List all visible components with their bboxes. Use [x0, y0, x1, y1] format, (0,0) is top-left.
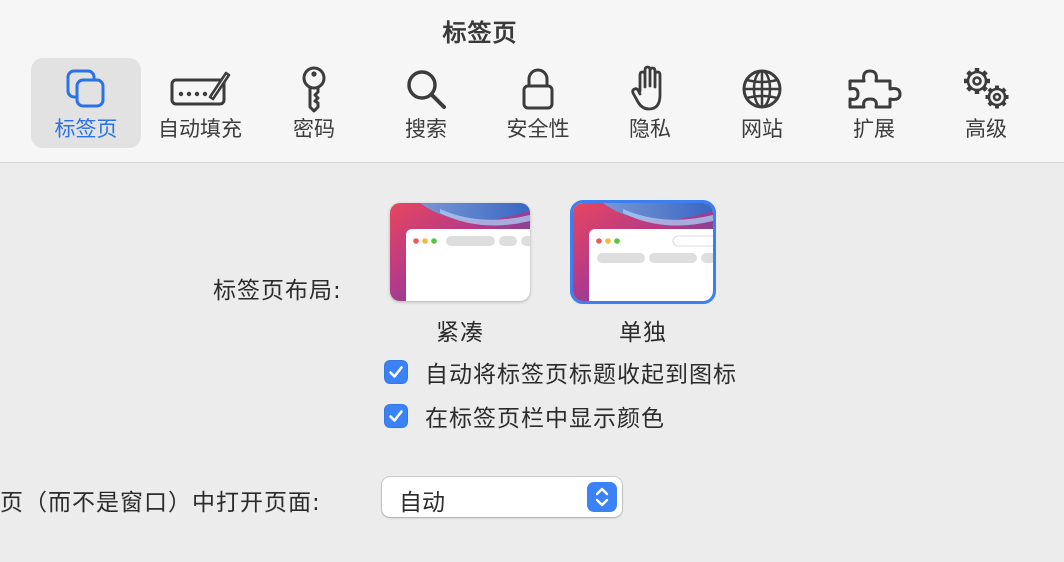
tab-layout-label: 标签页布局: — [213, 278, 342, 304]
checkmark-icon — [389, 410, 403, 422]
layout-option-separate[interactable]: 单独 — [570, 200, 716, 347]
popup-value: 自动 — [399, 490, 445, 516]
globe-icon — [707, 66, 817, 112]
checkbox-label: 自动将标签页标题收起到图标 — [425, 362, 737, 388]
compact-layout-thumbnail[interactable] — [390, 203, 530, 301]
tab-tabs[interactable]: 标签页 — [31, 58, 141, 148]
tab-label: 自动填充 — [158, 117, 242, 141]
tab-label: 标签页 — [54, 117, 118, 141]
preferences-window: 标签页 标签页 自动填充 密码 搜索 安全性 隐私 网站 扩展 高级 标签页布局… — [0, 0, 1064, 562]
show-color-option[interactable]: 在标签页栏中显示颜色 — [384, 401, 665, 432]
window-title: 标签页 — [442, 19, 518, 47]
tab-label: 安全性 — [506, 117, 570, 141]
separate-layout-thumbnail[interactable] — [570, 200, 716, 304]
layout-caption: 单独 — [619, 320, 667, 346]
tab-advanced[interactable]: 高级 — [931, 58, 1041, 148]
open-pages-label: 页（而不是窗口）中打开页面: — [0, 490, 321, 516]
tabs-icon — [31, 66, 141, 112]
hand-icon — [595, 65, 705, 112]
puzzle-icon — [819, 66, 929, 112]
tab-extensions[interactable]: 扩展 — [819, 58, 929, 148]
layout-option-compact[interactable]: 紧凑 — [390, 203, 530, 347]
preferences-toolbar: 标签页 标签页 自动填充 密码 搜索 安全性 隐私 网站 扩展 高级 — [0, 0, 1064, 163]
layout-caption: 紧凑 — [436, 320, 484, 346]
checkbox-label: 在标签页栏中显示颜色 — [425, 406, 665, 432]
tab-label: 网站 — [741, 117, 783, 141]
tab-privacy[interactable]: 隐私 — [595, 58, 705, 148]
tab-autofill[interactable]: 自动填充 — [145, 58, 255, 148]
collapse-titles-checkbox[interactable] — [384, 360, 408, 384]
checkmark-icon — [389, 366, 403, 378]
show-color-checkbox[interactable] — [384, 404, 408, 428]
tab-label: 搜索 — [405, 117, 447, 141]
gears-icon — [931, 66, 1041, 112]
tab-label: 隐私 — [629, 117, 671, 141]
tab-websites[interactable]: 网站 — [707, 58, 817, 148]
key-icon — [259, 66, 369, 113]
search-icon — [371, 66, 481, 112]
chevron-up-down-icon[interactable] — [587, 482, 617, 512]
tab-security[interactable]: 安全性 — [483, 58, 593, 148]
open-pages-popup[interactable]: 自动 — [382, 477, 622, 517]
collapse-titles-option[interactable]: 自动将标签页标题收起到图标 — [384, 357, 737, 388]
lock-icon — [483, 66, 593, 112]
tab-label: 高级 — [965, 117, 1007, 141]
tab-label: 扩展 — [853, 117, 895, 141]
tab-passwords[interactable]: 密码 — [259, 58, 369, 148]
tab-search[interactable]: 搜索 — [371, 58, 481, 148]
tab-label: 密码 — [293, 117, 335, 141]
autofill-icon — [145, 66, 255, 112]
